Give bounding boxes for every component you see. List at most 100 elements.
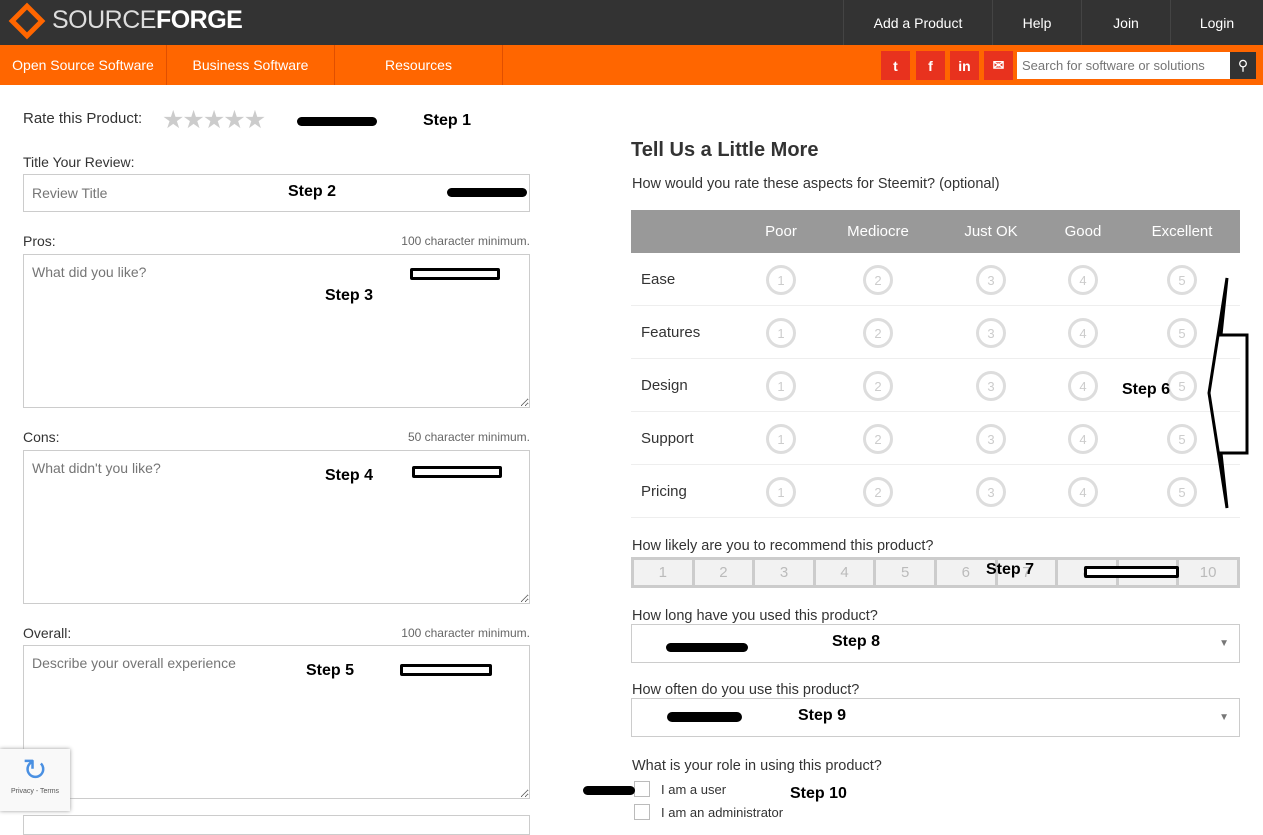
aspect-label: Features [641,324,701,341]
step-label: Step 2 [288,183,337,200]
col-good: Good [1064,223,1102,240]
rating-radio-2[interactable]: 2 [863,265,893,295]
arrow-annotation [410,268,500,280]
add-product-link[interactable]: Add a Product [843,0,992,45]
rating-radio-3[interactable]: 3 [976,424,1006,454]
sourceforge-logo[interactable]: SOURCEFORGE [8,2,243,39]
checkbox[interactable] [634,781,650,797]
star-icon: ★ [223,106,245,134]
chevron-down-icon: ▼ [1219,712,1229,723]
aspect-label: Ease [641,271,676,288]
rating-radio-3[interactable]: 3 [976,371,1006,401]
arrow-annotation [400,664,492,676]
top-bar: SOURCEFORGE Add a Product Help Join Logi… [0,0,1263,45]
rating-radio-1[interactable]: 1 [766,265,796,295]
recommend-option-10[interactable]: 10 [1179,560,1237,585]
title-label: Title Your Review: [23,154,135,170]
rating-radio-4[interactable]: 4 [1068,371,1098,401]
aspect-row-support: Support 1 2 3 4 5 [631,412,1240,465]
facebook-icon[interactable]: f [916,51,945,80]
rating-radio-4[interactable]: 4 [1068,424,1098,454]
section-heading: Tell Us a Little More [631,139,819,161]
next-field[interactable] [23,815,530,835]
step-label: Step 10 [790,785,847,802]
arrow-annotation [667,712,742,722]
recommend-option-3[interactable]: 3 [755,560,813,585]
nav-open-source[interactable]: Open Source Software [0,45,167,85]
nav-business-software[interactable]: Business Software [167,45,335,85]
arrow-annotation [447,188,527,197]
cons-label: Cons: [23,429,60,445]
recommend-option-1[interactable]: 1 [634,560,692,585]
recaptcha-badge[interactable]: ↻ Privacy - Terms [0,749,70,811]
role-admin-label: I am an administrator [661,804,784,820]
rating-radio-5[interactable]: 5 [1167,265,1197,295]
step-label: Step 6 [1122,381,1171,398]
rate-label: Rate this Product: [23,110,143,127]
rating-radio-4[interactable]: 4 [1068,318,1098,348]
rating-radio-1[interactable]: 1 [766,371,796,401]
rating-radio-3[interactable]: 3 [976,318,1006,348]
rating-radio-3[interactable]: 3 [976,477,1006,507]
recaptcha-links[interactable]: Privacy - Terms [11,788,59,795]
logo-text-bold: FORGE [155,6,243,34]
help-link[interactable]: Help [992,0,1081,45]
rating-radio-5[interactable]: 5 [1167,477,1197,507]
step-label: Step 7 [986,561,1035,578]
checkbox[interactable] [634,804,650,820]
how-long-label: How long have you used this product? [632,608,878,624]
recommend-label: How likely are you to recommend this pro… [632,538,934,554]
col-mediocre: Mediocre [847,223,909,240]
pros-label: Pros: [23,233,56,249]
aspects-table-header: Poor Mediocre Just OK Good Excellent [631,210,1240,253]
star-icon: ★ [243,106,266,134]
star-icon: ★ [202,106,225,134]
rating-radio-5[interactable]: 5 [1167,424,1197,454]
search-input[interactable] [1017,52,1230,79]
star-rating[interactable]: ★★★★★ [162,105,266,135]
linkedin-icon[interactable]: in [950,51,979,80]
rating-radio-5[interactable]: 5 [1167,371,1197,401]
role-admin[interactable]: I am an administrator [634,804,783,820]
arrow-annotation [297,117,377,126]
rating-radio-1[interactable]: 1 [766,318,796,348]
rating-radio-2[interactable]: 2 [863,477,893,507]
step-label: Step 5 [306,662,355,679]
rating-radio-2[interactable]: 2 [863,424,893,454]
rating-radio-3[interactable]: 3 [976,265,1006,295]
recommend-option-5[interactable]: 5 [876,560,934,585]
search-icon[interactable]: ⚲ [1230,52,1256,79]
role-user-label: I am a user [661,781,727,797]
star-icon: ★ [182,106,204,134]
star-icon: ★ [162,106,184,134]
rating-radio-1[interactable]: 1 [766,424,796,454]
logo-text: SOURCE [52,6,156,34]
twitter-icon[interactable]: t [881,51,910,80]
login-link[interactable]: Login [1170,0,1263,45]
rating-radio-1[interactable]: 1 [766,477,796,507]
rating-radio-2[interactable]: 2 [863,318,893,348]
aspect-label: Design [641,377,688,394]
recommend-option-2[interactable]: 2 [694,560,753,585]
arrow-annotation [583,786,635,795]
aspect-label: Pricing [641,483,687,500]
rating-radio-4[interactable]: 4 [1068,477,1098,507]
join-link[interactable]: Join [1081,0,1170,45]
nav-resources[interactable]: Resources [335,45,503,85]
rating-radio-5[interactable]: 5 [1167,318,1197,348]
step-label: Step 4 [325,467,374,484]
rating-radio-4[interactable]: 4 [1068,265,1098,295]
recaptcha-icon: ↻ [22,754,48,787]
col-poor: Poor [765,223,797,240]
aspect-label: Support [641,430,694,447]
how-often-label: How often do you use this product? [632,682,860,698]
recommend-option-4[interactable]: 4 [815,560,874,585]
role-label: What is your role in using this product? [632,758,882,774]
rating-radio-2[interactable]: 2 [863,371,893,401]
step-label: Step 8 [832,633,881,650]
role-user[interactable]: I am a user [634,781,726,797]
logo-icon [8,2,46,39]
double-arrow-annotation [1207,277,1249,509]
email-icon[interactable]: ✉ [984,51,1013,80]
step-label: Step 3 [325,287,374,304]
